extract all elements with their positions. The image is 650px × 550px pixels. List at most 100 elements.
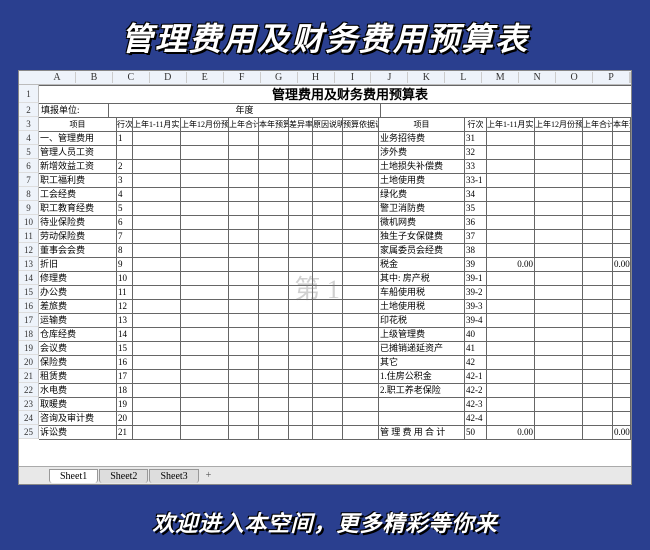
row-19[interactable]: 19 (19, 341, 39, 355)
tab-sheet3[interactable]: Sheet3 (149, 469, 198, 483)
cell[interactable]: 42-4 (465, 412, 487, 426)
cell[interactable]: 18 (117, 384, 133, 398)
cell[interactable]: 8 (117, 244, 133, 258)
cell[interactable]: 11 (117, 286, 133, 300)
cell[interactable] (259, 132, 289, 146)
cell[interactable] (631, 300, 632, 314)
cell[interactable] (313, 244, 343, 258)
item-name[interactable]: 会议费 (39, 342, 117, 356)
cell[interactable] (133, 202, 181, 216)
item-name-r[interactable]: 土地使用费 (379, 174, 465, 188)
cell[interactable] (535, 426, 583, 440)
row-7[interactable]: 7 (19, 173, 39, 187)
cell[interactable] (343, 342, 379, 356)
cell[interactable] (343, 426, 379, 440)
cell[interactable] (133, 258, 181, 272)
cell[interactable] (613, 314, 631, 328)
cell[interactable] (535, 244, 583, 258)
cell[interactable] (583, 216, 613, 230)
cell[interactable] (259, 370, 289, 384)
cell[interactable]: 20 (117, 412, 133, 426)
cell[interactable]: 33 (465, 160, 487, 174)
cell[interactable] (487, 328, 535, 342)
cell[interactable] (259, 300, 289, 314)
item-name-r[interactable]: 2.职工养老保险 (379, 384, 465, 398)
cell[interactable] (613, 160, 631, 174)
cell[interactable] (343, 132, 379, 146)
cell[interactable] (487, 244, 535, 258)
cell[interactable] (343, 174, 379, 188)
cell[interactable] (613, 370, 631, 384)
cell[interactable] (117, 146, 133, 160)
item-name-r[interactable]: 上级管理费 (379, 328, 465, 342)
cell[interactable] (181, 384, 229, 398)
cell[interactable] (631, 216, 632, 230)
row-22[interactable]: 22 (19, 383, 39, 397)
cell[interactable] (289, 160, 313, 174)
cell[interactable] (313, 370, 343, 384)
cell[interactable] (289, 286, 313, 300)
cell[interactable] (535, 398, 583, 412)
cell[interactable] (487, 202, 535, 216)
cell[interactable] (583, 384, 613, 398)
row-10[interactable]: 10 (19, 215, 39, 229)
add-sheet-icon[interactable]: + (200, 470, 218, 481)
cell[interactable]: 0.00 (613, 426, 631, 440)
cell[interactable] (181, 132, 229, 146)
cell[interactable] (313, 272, 343, 286)
cell[interactable] (631, 188, 632, 202)
row-24[interactable]: 24 (19, 411, 39, 425)
cell[interactable] (535, 188, 583, 202)
cell[interactable] (535, 314, 583, 328)
cell[interactable] (535, 174, 583, 188)
cell[interactable]: 13 (117, 314, 133, 328)
cell[interactable] (613, 356, 631, 370)
cell[interactable] (229, 398, 259, 412)
cell[interactable] (613, 174, 631, 188)
cell[interactable] (259, 426, 289, 440)
item-name[interactable]: 劳动保险费 (39, 230, 117, 244)
item-name[interactable]: 管理人员工资 (39, 146, 117, 160)
cell[interactable] (583, 188, 613, 202)
cell[interactable] (487, 216, 535, 230)
cell[interactable] (631, 384, 632, 398)
cell[interactable] (535, 132, 583, 146)
cell[interactable] (313, 188, 343, 202)
cell[interactable] (535, 328, 583, 342)
cell[interactable] (229, 286, 259, 300)
cell[interactable] (229, 426, 259, 440)
item-name-r[interactable]: 涉外费 (379, 146, 465, 160)
col-F[interactable]: F (224, 72, 261, 83)
cell[interactable] (289, 398, 313, 412)
cell[interactable] (583, 398, 613, 412)
cell[interactable]: 1 (117, 132, 133, 146)
cell[interactable] (631, 342, 632, 356)
cell[interactable] (259, 342, 289, 356)
cell[interactable] (133, 300, 181, 314)
cell[interactable] (259, 216, 289, 230)
cell[interactable] (631, 244, 632, 258)
cell[interactable]: 33-1 (465, 174, 487, 188)
item-name[interactable]: 办公费 (39, 286, 117, 300)
cell[interactable] (313, 426, 343, 440)
cell[interactable] (631, 132, 632, 146)
cell[interactable] (229, 244, 259, 258)
cell[interactable] (487, 230, 535, 244)
cell[interactable] (313, 230, 343, 244)
cell[interactable] (313, 314, 343, 328)
cell[interactable]: 38 (465, 244, 487, 258)
cell[interactable] (259, 412, 289, 426)
cell[interactable] (259, 286, 289, 300)
cell[interactable] (343, 258, 379, 272)
cell[interactable] (343, 398, 379, 412)
cell[interactable]: 41 (465, 342, 487, 356)
cell[interactable] (289, 174, 313, 188)
item-name[interactable]: 职工福利费 (39, 174, 117, 188)
cell[interactable] (229, 314, 259, 328)
cell[interactable] (289, 384, 313, 398)
cell[interactable] (313, 412, 343, 426)
row-5[interactable]: 5 (19, 145, 39, 159)
cell[interactable] (133, 272, 181, 286)
cell[interactable] (343, 286, 379, 300)
cell[interactable] (259, 258, 289, 272)
